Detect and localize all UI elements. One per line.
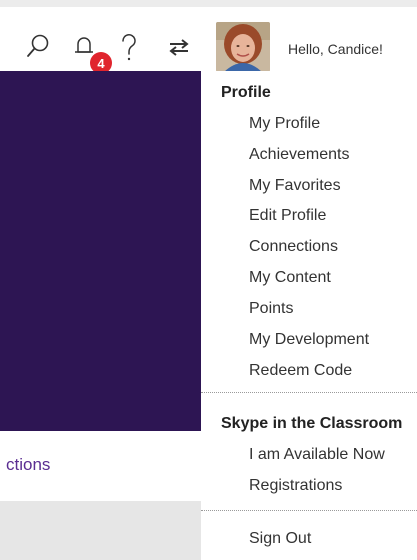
menu-item-registrations[interactable]: Registrations	[249, 477, 342, 495]
profile-dropdown-menu: Profile My Profile Achievements My Favor…	[201, 71, 417, 560]
switch-button[interactable]	[166, 29, 192, 65]
greeting-text: Hello, Candice!	[288, 41, 383, 57]
menu-item-my-content[interactable]: My Content	[249, 269, 331, 287]
help-button[interactable]	[118, 29, 140, 65]
help-icon	[122, 34, 136, 61]
menu-item-achievements[interactable]: Achievements	[249, 146, 350, 164]
switch-icon	[169, 39, 189, 56]
menu-item-my-profile[interactable]: My Profile	[249, 115, 320, 133]
top-strip	[0, 0, 417, 7]
menu-heading-skype: Skype in the Classroom	[221, 415, 403, 432]
gray-footer-band	[0, 501, 201, 560]
menu-item-edit-profile[interactable]: Edit Profile	[249, 207, 326, 225]
avatar[interactable]	[216, 22, 270, 72]
menu-item-redeem-code[interactable]: Redeem Code	[249, 362, 352, 380]
search-icon	[27, 34, 49, 57]
menu-divider	[201, 510, 417, 511]
menu-divider	[201, 392, 417, 393]
page-link-fragment[interactable]: ctions	[6, 455, 50, 475]
menu-item-sign-out[interactable]: Sign Out	[249, 530, 311, 548]
menu-item-connections[interactable]: Connections	[249, 238, 338, 256]
menu-heading-profile: Profile	[221, 84, 271, 101]
search-button[interactable]	[24, 29, 52, 65]
menu-item-my-favorites[interactable]: My Favorites	[249, 177, 341, 195]
menu-item-my-development[interactable]: My Development	[249, 331, 369, 349]
menu-item-available-now[interactable]: I am Available Now	[249, 446, 385, 464]
top-bar: 4 Hello, Candice!	[0, 7, 417, 74]
hero-banner	[0, 71, 201, 431]
avatar-photo	[216, 22, 270, 72]
menu-item-points[interactable]: Points	[249, 300, 293, 318]
